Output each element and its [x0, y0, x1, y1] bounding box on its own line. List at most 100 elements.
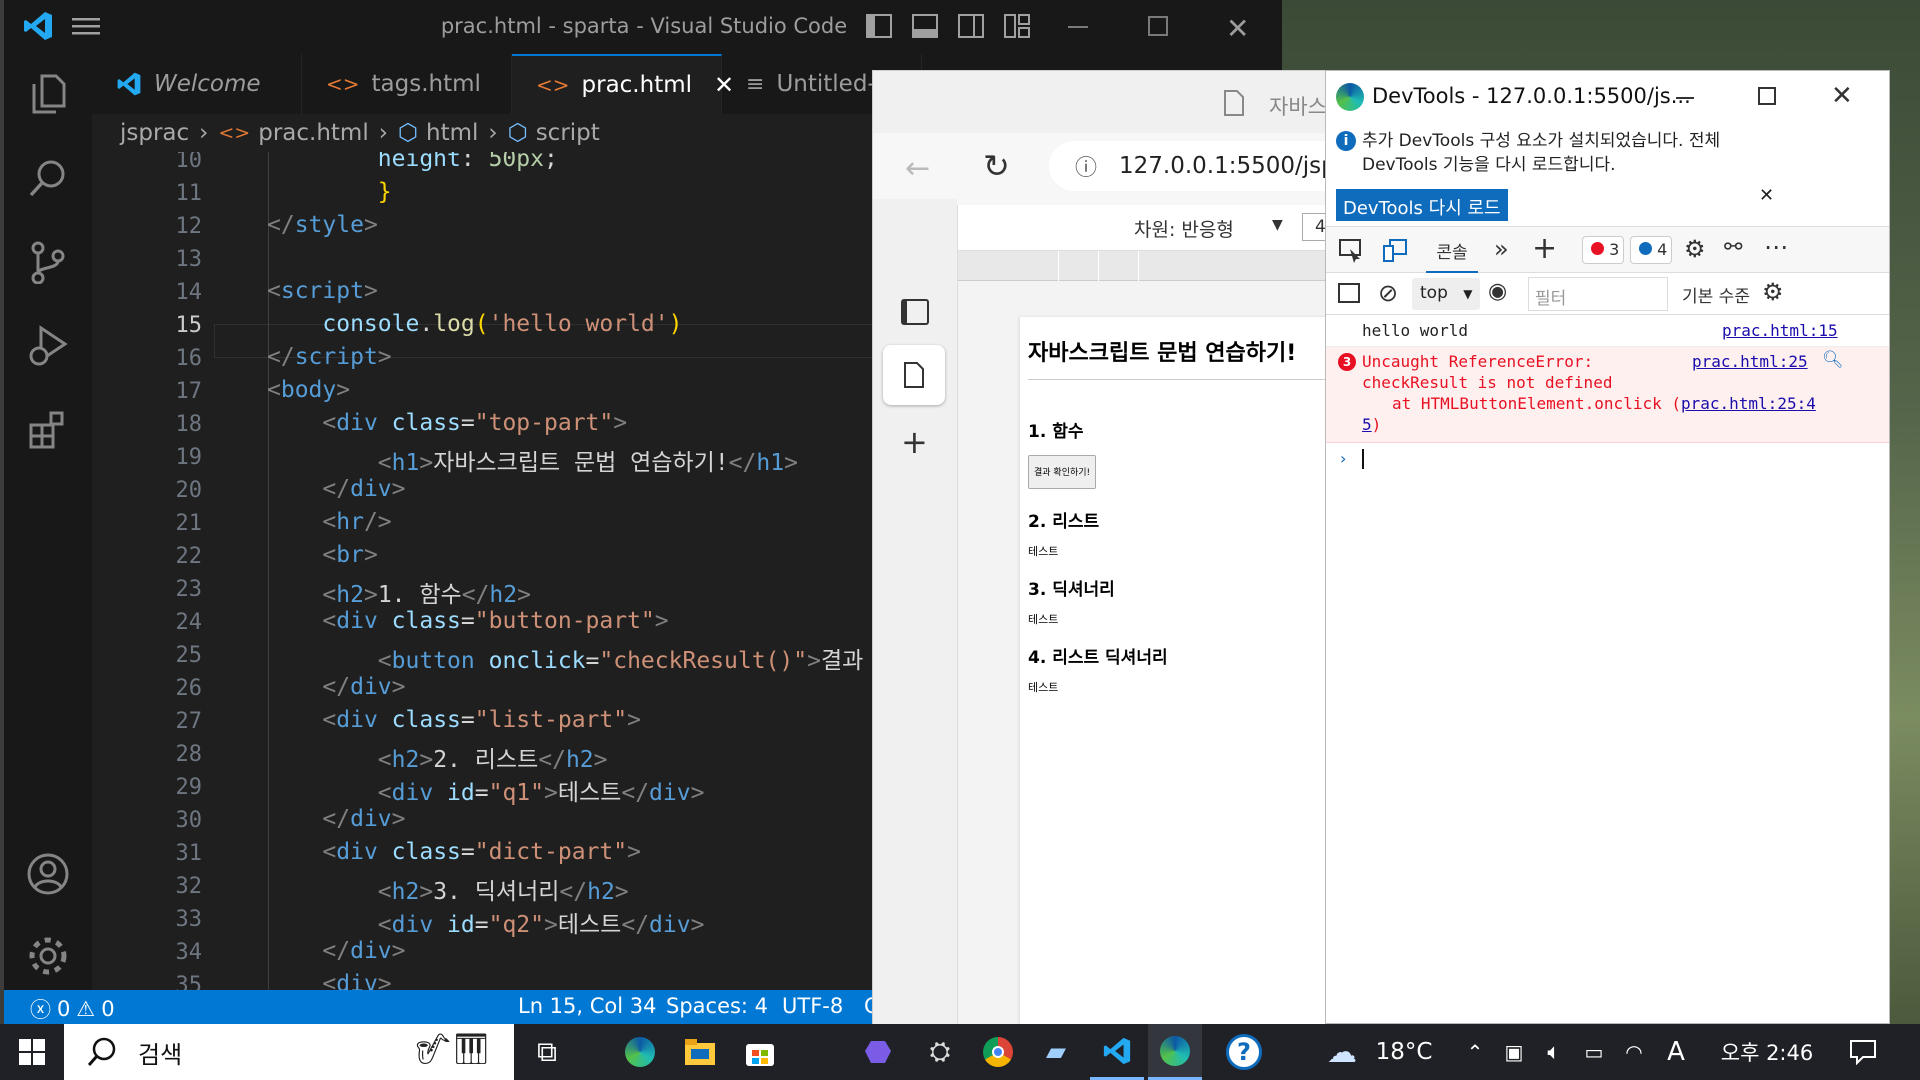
chrome-icon[interactable]	[972, 1024, 1024, 1080]
reload-devtools-button[interactable]: DevTools 다시 로드	[1336, 189, 1508, 221]
vertical-tab-page[interactable]	[883, 345, 945, 405]
vscode-taskbar-icon[interactable]	[1090, 1024, 1144, 1080]
tab-welcome[interactable]: Welcome	[92, 54, 302, 114]
chevron-up-icon[interactable]: ⌃	[1460, 1024, 1490, 1080]
tab-console[interactable]: 콘솔	[1426, 227, 1478, 273]
tab-actions-icon[interactable]	[901, 299, 929, 325]
code-line-33: <div id="q2">테스트</div>	[377, 912, 705, 938]
camera-icon[interactable]: ▣	[1496, 1024, 1532, 1080]
inspect-element-icon[interactable]	[1338, 237, 1364, 263]
warning-count: 0	[101, 997, 115, 1021]
settings-gear-icon[interactable]: ⚙	[1684, 235, 1706, 263]
more-tabs-icon[interactable]: »	[1494, 235, 1509, 263]
live-expression-eye-icon[interactable]: ◉	[1488, 279, 1507, 304]
error-stack-link[interactable]: prac.html:25:4	[1681, 394, 1816, 413]
search-icon[interactable]	[4, 138, 92, 218]
clock[interactable]: 오후 2:46	[1712, 1024, 1822, 1080]
tab-prac-html[interactable]: <> prac.html ✕	[512, 54, 734, 114]
problems-indicator[interactable]: ⓧ 0 ⚠ 0	[30, 994, 115, 1024]
close-icon[interactable]: ✕	[1226, 12, 1249, 45]
device-emulation-icon[interactable]	[1382, 237, 1408, 263]
vscode-logo-icon	[22, 10, 54, 42]
error-source-link[interactable]: prac.html:25	[1692, 352, 1808, 371]
code-line-17: <body>	[267, 377, 351, 403]
breadcrumb-file[interactable]: prac.html	[258, 120, 369, 146]
cursor-position[interactable]: Ln 15, Col 34	[518, 994, 657, 1018]
edge-taskbar-icon[interactable]	[614, 1024, 666, 1080]
ime-indicator[interactable]: A	[1658, 1024, 1694, 1080]
error-stack-link-continued[interactable]: 5	[1362, 415, 1372, 434]
extensions-icon[interactable]	[4, 390, 92, 470]
volume-icon[interactable]: 🔈︎	[1536, 1024, 1572, 1080]
minimize-icon[interactable]	[1068, 26, 1088, 28]
refresh-icon[interactable]: ↻	[983, 147, 1010, 185]
sidebar-toggle-icon[interactable]	[1338, 283, 1360, 303]
run-debug-icon[interactable]	[4, 306, 92, 386]
breadcrumb-folder[interactable]: jsprac	[120, 120, 189, 146]
message-count-badge[interactable]: 4	[1630, 236, 1672, 264]
filter-input[interactable]: 필터	[1528, 277, 1668, 311]
indentation[interactable]: Spaces: 4	[666, 994, 768, 1018]
console-prompt[interactable]: ›	[1326, 443, 1889, 477]
app-icon[interactable]: ⛭	[914, 1024, 966, 1080]
warning-triangle-icon: ⚠	[76, 997, 96, 1021]
line-number: 14	[175, 280, 203, 305]
tab-tags-html[interactable]: <> tags.html	[302, 54, 512, 114]
toggle-panel-icon[interactable]	[912, 14, 938, 38]
search-placeholder: 검색	[138, 1040, 183, 1069]
toggle-secondary-sidebar-icon[interactable]	[958, 14, 984, 38]
copilot-icon[interactable]	[854, 1024, 906, 1080]
check-result-button[interactable]: 결과 확인하기!	[1028, 455, 1097, 489]
weather-cloud-icon[interactable]: ☁	[1316, 1024, 1368, 1080]
explorer-icon[interactable]	[4, 54, 92, 134]
line-number: 16	[175, 346, 203, 371]
connections-icon[interactable]: ⚯	[1724, 235, 1742, 260]
rendered-page: 자바스크립트 문법 연습하기! 1. 함수 결과 확인하기! 2. 리스트 테스…	[1020, 317, 1340, 1025]
clear-console-icon[interactable]: ⊘	[1378, 279, 1398, 307]
dimension-mode-label[interactable]: 차원: 반응형	[1134, 215, 1234, 242]
close-icon[interactable]: ✕	[1831, 81, 1853, 111]
battery-icon[interactable]: ▭	[1576, 1024, 1612, 1080]
code-line-35: <div>	[322, 971, 392, 990]
source-control-icon[interactable]	[4, 222, 92, 302]
breadcrumb-element-script[interactable]: script	[536, 120, 600, 146]
edge-active-taskbar-icon[interactable]	[1148, 1024, 1202, 1080]
notifications-icon[interactable]	[1840, 1024, 1886, 1080]
windows-start-icon[interactable]	[10, 1024, 54, 1080]
taskbar-search-box[interactable]: 검색 🎷︎🎹︎	[64, 1024, 514, 1080]
store-icon[interactable]	[734, 1024, 786, 1080]
file-explorer-icon[interactable]	[674, 1024, 726, 1080]
notes-app-icon[interactable]: ▰	[1030, 1024, 1082, 1080]
maximize-icon[interactable]	[1148, 16, 1168, 36]
site-info-icon[interactable]: ⓘ	[1075, 150, 1097, 182]
task-view-icon[interactable]: ⧉	[522, 1024, 572, 1080]
back-arrow-icon[interactable]: ←	[905, 151, 930, 186]
html-file-icon: <>	[218, 122, 251, 144]
context-selector[interactable]: top ▼	[1412, 278, 1480, 310]
log-source-link[interactable]: prac.html:15	[1722, 321, 1838, 340]
menu-icon[interactable]	[72, 14, 100, 38]
address-bar[interactable]: ⓘ 127.0.0.1:5500/jsp	[1049, 141, 1349, 191]
minimize-icon[interactable]	[1676, 97, 1694, 99]
encoding[interactable]: UTF-8	[782, 994, 843, 1018]
settings-gear-icon[interactable]	[4, 916, 92, 996]
log-level-selector[interactable]: 기본 수준	[1682, 282, 1750, 307]
new-tab-plus-icon[interactable]: +	[901, 423, 928, 461]
toggle-sidebar-icon[interactable]	[866, 14, 892, 38]
wifi-icon[interactable]: ◠	[1616, 1024, 1652, 1080]
account-icon[interactable]	[4, 834, 92, 914]
add-tab-plus-icon[interactable]: +	[1532, 231, 1557, 266]
chevron-down-icon[interactable]: ▼	[1272, 217, 1283, 233]
error-count-badge[interactable]: 3	[1582, 236, 1624, 264]
browser-tab-title[interactable]: 자바스	[1269, 91, 1327, 121]
customize-layout-icon[interactable]	[1004, 14, 1030, 38]
more-options-icon[interactable]: ⋯	[1764, 233, 1788, 261]
line-number: 30	[175, 808, 203, 833]
breadcrumb-element-html[interactable]: html	[426, 120, 478, 146]
help-icon[interactable]: ?	[1216, 1024, 1272, 1080]
search-icon[interactable]: 🔍︎	[1822, 350, 1844, 370]
dismiss-banner-icon[interactable]: ✕	[1759, 185, 1774, 206]
console-settings-gear-icon[interactable]: ⚙	[1762, 278, 1784, 306]
weather-temperature[interactable]: 18°C	[1370, 1024, 1438, 1080]
maximize-icon[interactable]	[1758, 87, 1776, 105]
